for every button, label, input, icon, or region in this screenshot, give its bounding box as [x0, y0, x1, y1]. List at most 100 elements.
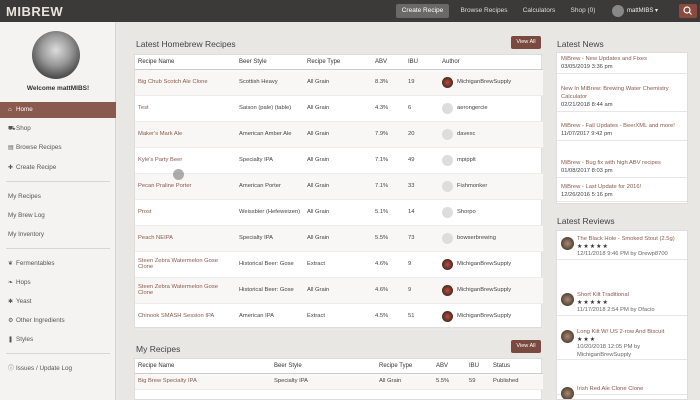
author[interactable]: Shorpo	[442, 206, 540, 218]
recipe-name-link[interactable]: Test	[135, 95, 236, 122]
nav-create-recipe[interactable]: Create Recipe	[396, 4, 449, 18]
beer-style: American Porter	[236, 173, 304, 200]
column-header: ABV	[372, 55, 405, 70]
column-header: Status	[490, 359, 543, 374]
recipe-name-link[interactable]: Kyle's Party Beer	[135, 147, 236, 174]
nav-browse-recipes[interactable]: Browse Recipes	[455, 4, 513, 18]
sidebar-item-yeast[interactable]: ✱ Yeast	[0, 294, 116, 310]
mibrew-logo[interactable]: MIBREW	[5, 3, 65, 19]
recipe-name-link[interactable]: Big Brew Specialty IPA	[135, 373, 271, 390]
sidebar-item-other-ingredients[interactable]: ⚙ Other Ingredients	[0, 313, 116, 329]
divider	[6, 181, 110, 182]
ibu-value: 49	[405, 147, 439, 174]
review-item[interactable]: Irish Red Ale Clone Clone	[557, 383, 687, 399]
author[interactable]: davexc	[442, 128, 540, 140]
author[interactable]: mpipplt	[442, 154, 540, 166]
author[interactable]: MichiganBrewSupply	[442, 284, 540, 296]
search-icon	[683, 6, 692, 15]
latest-recipes-title: Latest Homebrew Recipes	[136, 39, 236, 49]
author-cell: mpipplt	[439, 147, 543, 174]
news-title-link[interactable]: MiBrew - New Updates and Fixes	[561, 56, 647, 62]
ibu-value: 14	[405, 199, 439, 226]
review-title-link[interactable]: The Black Hole - Smoked Stout (2.5g)	[577, 236, 683, 244]
profile-avatar[interactable]	[32, 31, 80, 79]
nav-shop[interactable]: Shop (0)	[566, 4, 600, 18]
ibu-value: 51	[405, 303, 439, 330]
author-name: Shorpo	[457, 209, 476, 215]
news-title-link[interactable]: MiBrew - Bug fix with high ABV recipes	[561, 160, 661, 166]
beer-style: Saison (pale) (table)	[236, 95, 304, 122]
recipe-name-link[interactable]: Big Chub Scotch Ale Clone	[135, 69, 236, 96]
recipe-name-link[interactable]: Steen Zebra Watermelon Gose Clone	[135, 277, 236, 304]
latest-view-all-button[interactable]: View All	[511, 36, 541, 49]
news-item[interactable]: MiBrew - Bug fix with high ABV recipes 01…	[557, 157, 687, 178]
recipe-name-link[interactable]: Peach NEIPA	[135, 225, 236, 252]
review-title-link[interactable]: Irish Red Ale Clone Clone	[577, 386, 683, 394]
table-row[interactable]: Big Chub Scotch Ale Clone Scottish Heavy A…	[135, 69, 543, 96]
sidebar-item-my-recipes[interactable]: My Recipes	[0, 189, 116, 205]
sidebar-item-my-brew-log[interactable]: My Brew Log	[0, 208, 116, 224]
ibu-value: 9	[405, 277, 439, 304]
news-item[interactable]: MiBrew - Fall Updates - BeerXML and more…	[557, 120, 687, 141]
author-cell: Fishmonker	[439, 173, 543, 200]
news-item[interactable]: New In MiBrew: Brewing Water Chemistry C…	[557, 83, 687, 112]
latest-reviews-list: The Black Hole - Smoked Stout (2.5g) ★★★★…	[556, 230, 688, 400]
author[interactable]: MichiganBrewSupply	[442, 258, 540, 270]
sidebar-item-create-recipe[interactable]: ✚ Create Recipe	[0, 160, 116, 176]
news-item[interactable]: MiBrew - New Updates and Fixes 03/05/2019…	[557, 53, 687, 74]
review-item[interactable]: Long Kilt W/ US 2-row And Biscuit ★★★ 10/2…	[557, 326, 687, 360]
column-header: Beer Style	[236, 55, 304, 70]
sidebar-item-fermentables[interactable]: ❦ Fermentables	[0, 256, 116, 272]
news-title-link[interactable]: MiBrew - Fall Updates - BeerXML and more…	[561, 123, 675, 129]
abv-value: 5.5%	[433, 373, 466, 390]
author[interactable]: Fishmonker	[442, 180, 540, 192]
recipe-name-link[interactable]: Prost	[135, 199, 236, 226]
review-title-link[interactable]: Short Kilt Traditional	[577, 292, 683, 300]
sidebar-item-hops[interactable]: ❧ Hops	[0, 275, 116, 291]
table-row[interactable]: Chinook SMASH Session IPA American IPA Ext…	[135, 303, 543, 330]
star-rating-icon: ★★★★★	[577, 299, 609, 306]
mouse-cursor	[173, 169, 184, 180]
sidebar-item-shop[interactable]: ⛟Shop	[0, 121, 116, 137]
news-item[interactable]: MiBrew - Last Update for 2016! 12/26/2016…	[557, 181, 687, 202]
table-row[interactable]: Steen Zebra Watermelon Gose Clone Histori…	[135, 251, 543, 278]
review-meta: 10/20/2018 12:05 PM by MichiganBrewSuppl…	[577, 344, 641, 358]
recipe-name-link[interactable]: Chinook SMASH Session IPA	[135, 303, 236, 330]
column-header: Recipe Name	[135, 359, 271, 374]
sidebar-item-browse-recipes[interactable]: ▤ Browse Recipes	[0, 140, 116, 156]
plus-icon: ✚	[8, 165, 14, 171]
table-row[interactable]: Maker's Mark Ale American Amber Ale All Gr…	[135, 121, 543, 148]
sidebar-item-home[interactable]: ⌂ Home	[0, 102, 116, 118]
recipe-name-link[interactable]: Pecan Praline Porter	[135, 173, 236, 200]
latest-recipes-table: Recipe Name Beer Style Recipe Type ABV IBU Au…	[134, 54, 543, 330]
author[interactable]: MichiganBrewSupply	[442, 76, 540, 88]
news-title-link[interactable]: MiBrew - Last Update for 2016!	[561, 184, 641, 190]
author-name: bowserbrewing	[457, 235, 496, 241]
review-title-link[interactable]: Long Kilt W/ US 2-row And Biscuit	[577, 329, 683, 337]
table-row[interactable]: Test Saison (pale) (table) All Grain 4.3% 6 a…	[135, 95, 543, 122]
author[interactable]: aerongercie	[442, 102, 540, 114]
sidebar-item-styles[interactable]: ❚ Styles	[0, 332, 116, 348]
table-row[interactable]: Peach NEIPA Specialty IPA All Grain 5.5% 73 b…	[135, 225, 543, 252]
column-header: Recipe Type	[304, 55, 372, 70]
author[interactable]: bowserbrewing	[442, 232, 540, 244]
latest-reviews-title: Latest Reviews	[557, 216, 615, 226]
table-row[interactable]: Big Brew Specialty IPA Specialty IPA All G…	[135, 373, 543, 390]
nav-calculators[interactable]: Calculators	[517, 4, 561, 18]
table-row[interactable]: Prost Weissbier (Hefeweizen) All Grain 5.1%…	[135, 199, 543, 226]
review-item[interactable]: The Black Hole - Smoked Stout (2.5g) ★★★★…	[557, 233, 687, 260]
review-item[interactable]: Short Kilt Traditional ★★★★★ 11/17/2018 2:…	[557, 289, 687, 316]
table-row[interactable]: Pecan Praline Porter American Porter All G…	[135, 173, 543, 200]
my-recipes-view-all-button[interactable]: View All	[511, 340, 541, 353]
table-row[interactable]: Steen Zebra Watermelon Gose Clone Histori…	[135, 277, 543, 304]
ibu-value: 59	[466, 373, 490, 390]
author[interactable]: MichiganBrewSupply	[442, 310, 540, 322]
sidebar-item-issues-update-log[interactable]: ⓘ Issues / Update Log	[0, 361, 116, 377]
news-title-link[interactable]: New In MiBrew: Brewing Water Chemistry C…	[561, 86, 669, 100]
recipe-name-link[interactable]: Maker's Mark Ale	[135, 121, 236, 148]
sidebar-item-my-inventory[interactable]: My Inventory	[0, 227, 116, 243]
ibu-value: 19	[405, 69, 439, 96]
search-button[interactable]	[679, 4, 697, 18]
recipe-name-link[interactable]: Steen Zebra Watermelon Gose Clone	[135, 251, 236, 278]
table-row[interactable]: Kyle's Party Beer Specialty IPA All Grain 7…	[135, 147, 543, 174]
